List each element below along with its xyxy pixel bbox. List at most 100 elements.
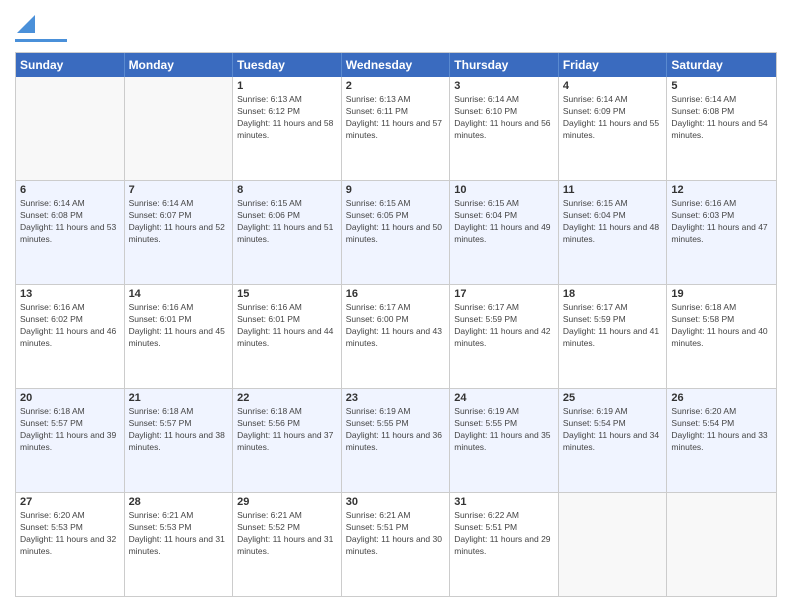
day-info: Sunrise: 6:16 AM Sunset: 6:01 PM Dayligh… (237, 302, 337, 350)
cal-cell-day-15: 15 Sunrise: 6:16 AM Sunset: 6:01 PM Dayli… (233, 285, 342, 388)
cal-cell-day-4: 4 Sunrise: 6:14 AM Sunset: 6:09 PM Daylig… (559, 77, 668, 180)
cal-cell-day-28: 28 Sunrise: 6:21 AM Sunset: 5:53 PM Dayli… (125, 493, 234, 596)
day-number: 30 (346, 496, 446, 508)
weekday-header-tuesday: Tuesday (233, 53, 342, 77)
day-number: 2 (346, 80, 446, 92)
cal-cell-day-27: 27 Sunrise: 6:20 AM Sunset: 5:53 PM Dayli… (16, 493, 125, 596)
weekday-header-friday: Friday (559, 53, 668, 77)
day-number: 1 (237, 80, 337, 92)
day-info: Sunrise: 6:14 AM Sunset: 6:09 PM Dayligh… (563, 94, 663, 142)
cal-cell-day-30: 30 Sunrise: 6:21 AM Sunset: 5:51 PM Dayli… (342, 493, 451, 596)
day-info: Sunrise: 6:17 AM Sunset: 5:59 PM Dayligh… (563, 302, 663, 350)
cal-cell-day-14: 14 Sunrise: 6:16 AM Sunset: 6:01 PM Dayli… (125, 285, 234, 388)
cal-cell-day-13: 13 Sunrise: 6:16 AM Sunset: 6:02 PM Dayli… (16, 285, 125, 388)
day-number: 3 (454, 80, 554, 92)
weekday-header-sunday: Sunday (16, 53, 125, 77)
day-number: 10 (454, 184, 554, 196)
day-info: Sunrise: 6:21 AM Sunset: 5:51 PM Dayligh… (346, 510, 446, 558)
day-number: 19 (671, 288, 772, 300)
logo-icon (17, 15, 35, 33)
day-number: 23 (346, 392, 446, 404)
day-number: 15 (237, 288, 337, 300)
day-number: 29 (237, 496, 337, 508)
day-number: 18 (563, 288, 663, 300)
day-info: Sunrise: 6:15 AM Sunset: 6:04 PM Dayligh… (454, 198, 554, 246)
cal-cell-day-3: 3Sunrise: 6:14 AM Sunset: 6:10 PM Daylig… (450, 77, 559, 180)
header (15, 15, 777, 42)
day-number: 16 (346, 288, 446, 300)
day-info: Sunrise: 6:15 AM Sunset: 6:06 PM Dayligh… (237, 198, 337, 246)
cal-cell-day-26: 26Sunrise: 6:20 AM Sunset: 5:54 PM Dayli… (667, 389, 776, 492)
day-info: Sunrise: 6:14 AM Sunset: 6:07 PM Dayligh… (129, 198, 229, 246)
page: SundayMondayTuesdayWednesdayThursdayFrid… (0, 0, 792, 612)
day-info: Sunrise: 6:15 AM Sunset: 6:04 PM Dayligh… (563, 198, 663, 246)
cal-cell-day-17: 17 Sunrise: 6:17 AM Sunset: 5:59 PM Dayli… (450, 285, 559, 388)
day-number: 31 (454, 496, 554, 508)
cal-cell-day-20: 20 Sunrise: 6:18 AM Sunset: 5:57 PM Dayli… (16, 389, 125, 492)
day-number: 6 (20, 184, 120, 196)
day-info: Sunrise: 6:18 AM Sunset: 5:57 PM Dayligh… (129, 406, 229, 454)
cal-cell-day-7: 7 Sunrise: 6:14 AM Sunset: 6:07 PM Daylig… (125, 181, 234, 284)
cal-cell-day-5: 5 Sunrise: 6:14 AM Sunset: 6:08 PM Daylig… (667, 77, 776, 180)
day-info: Sunrise: 6:21 AM Sunset: 5:53 PM Dayligh… (129, 510, 229, 558)
cal-cell-day-9: 9 Sunrise: 6:15 AM Sunset: 6:05 PM Daylig… (342, 181, 451, 284)
day-info: Sunrise: 6:18 AM Sunset: 5:56 PM Dayligh… (237, 406, 337, 454)
day-number: 25 (563, 392, 663, 404)
cal-cell-day-29: 29 Sunrise: 6:21 AM Sunset: 5:52 PM Dayli… (233, 493, 342, 596)
cal-cell-day-22: 22 Sunrise: 6:18 AM Sunset: 5:56 PM Dayli… (233, 389, 342, 492)
day-number: 7 (129, 184, 229, 196)
cal-cell-day-12: 12Sunrise: 6:16 AM Sunset: 6:03 PM Dayli… (667, 181, 776, 284)
weekday-header-saturday: Saturday (667, 53, 776, 77)
cal-cell-day-24: 24 Sunrise: 6:19 AM Sunset: 5:55 PM Dayli… (450, 389, 559, 492)
weekday-header-wednesday: Wednesday (342, 53, 451, 77)
cal-cell-day-16: 16Sunrise: 6:17 AM Sunset: 6:00 PM Dayli… (342, 285, 451, 388)
cal-cell-day-31: 31 Sunrise: 6:22 AM Sunset: 5:51 PM Dayli… (450, 493, 559, 596)
cal-cell-empty (16, 77, 125, 180)
calendar-row-2: 13 Sunrise: 6:16 AM Sunset: 6:02 PM Dayli… (16, 285, 776, 389)
calendar-header: SundayMondayTuesdayWednesdayThursdayFrid… (16, 53, 776, 77)
day-number: 27 (20, 496, 120, 508)
day-info: Sunrise: 6:16 AM Sunset: 6:02 PM Dayligh… (20, 302, 120, 350)
cal-cell-day-19: 19Sunrise: 6:18 AM Sunset: 5:58 PM Dayli… (667, 285, 776, 388)
day-info: Sunrise: 6:16 AM Sunset: 6:01 PM Dayligh… (129, 302, 229, 350)
logo-underline (15, 39, 67, 42)
day-number: 5 (671, 80, 772, 92)
calendar-row-1: 6Sunrise: 6:14 AM Sunset: 6:08 PM Daylig… (16, 181, 776, 285)
cal-cell-day-11: 11 Sunrise: 6:15 AM Sunset: 6:04 PM Dayli… (559, 181, 668, 284)
day-number: 17 (454, 288, 554, 300)
day-number: 21 (129, 392, 229, 404)
day-number: 24 (454, 392, 554, 404)
cal-cell-day-10: 10 Sunrise: 6:15 AM Sunset: 6:04 PM Dayli… (450, 181, 559, 284)
day-number: 8 (237, 184, 337, 196)
day-info: Sunrise: 6:22 AM Sunset: 5:51 PM Dayligh… (454, 510, 554, 558)
day-info: Sunrise: 6:19 AM Sunset: 5:55 PM Dayligh… (346, 406, 446, 454)
cal-cell-empty (667, 493, 776, 596)
cal-cell-day-8: 8 Sunrise: 6:15 AM Sunset: 6:06 PM Daylig… (233, 181, 342, 284)
day-info: Sunrise: 6:14 AM Sunset: 6:08 PM Dayligh… (671, 94, 772, 142)
cal-cell-empty (125, 77, 234, 180)
cal-cell-day-23: 23 Sunrise: 6:19 AM Sunset: 5:55 PM Dayli… (342, 389, 451, 492)
day-info: Sunrise: 6:13 AM Sunset: 6:12 PM Dayligh… (237, 94, 337, 142)
day-number: 28 (129, 496, 229, 508)
calendar-body: 1 Sunrise: 6:13 AM Sunset: 6:12 PM Daylig… (16, 77, 776, 596)
day-number: 13 (20, 288, 120, 300)
day-number: 26 (671, 392, 772, 404)
weekday-header-thursday: Thursday (450, 53, 559, 77)
day-number: 4 (563, 80, 663, 92)
cal-cell-day-1: 1 Sunrise: 6:13 AM Sunset: 6:12 PM Daylig… (233, 77, 342, 180)
day-info: Sunrise: 6:15 AM Sunset: 6:05 PM Dayligh… (346, 198, 446, 246)
weekday-header-monday: Monday (125, 53, 234, 77)
day-number: 14 (129, 288, 229, 300)
logo (15, 15, 67, 42)
day-info: Sunrise: 6:17 AM Sunset: 5:59 PM Dayligh… (454, 302, 554, 350)
day-number: 9 (346, 184, 446, 196)
day-info: Sunrise: 6:19 AM Sunset: 5:55 PM Dayligh… (454, 406, 554, 454)
day-info: Sunrise: 6:21 AM Sunset: 5:52 PM Dayligh… (237, 510, 337, 558)
calendar-row-3: 20 Sunrise: 6:18 AM Sunset: 5:57 PM Dayli… (16, 389, 776, 493)
calendar: SundayMondayTuesdayWednesdayThursdayFrid… (15, 52, 777, 597)
day-number: 11 (563, 184, 663, 196)
day-info: Sunrise: 6:18 AM Sunset: 5:57 PM Dayligh… (20, 406, 120, 454)
day-info: Sunrise: 6:20 AM Sunset: 5:53 PM Dayligh… (20, 510, 120, 558)
day-number: 20 (20, 392, 120, 404)
day-number: 22 (237, 392, 337, 404)
